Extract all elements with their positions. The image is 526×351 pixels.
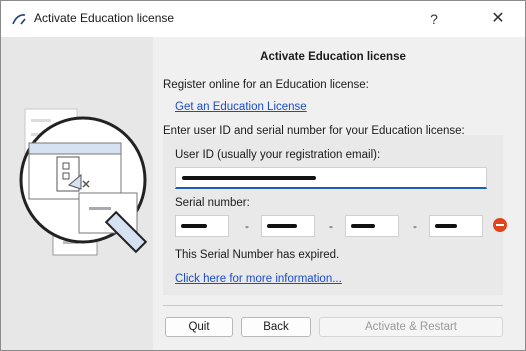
title-bar: Activate Education license ? ✕ [1, 1, 525, 37]
user-id-label: User ID (usually your registration email… [175, 149, 381, 161]
arc-logo-icon [12, 14, 26, 25]
window-title: Activate Education license [34, 11, 175, 25]
user-id-input[interactable] [175, 167, 487, 189]
close-button[interactable]: ✕ [483, 7, 513, 31]
redacted-serial-2 [267, 224, 297, 228]
minus-circle-icon [493, 218, 507, 232]
dialog-heading: Activate Education license [260, 51, 406, 63]
serial-field-3[interactable] [345, 215, 399, 237]
help-button[interactable]: ? [419, 7, 449, 31]
illustration-panel [1, 37, 153, 350]
redacted-serial-3 [351, 224, 375, 228]
back-button[interactable]: Back [241, 317, 311, 337]
redacted-serial-4 [435, 224, 457, 228]
divider [163, 305, 503, 306]
serial-separator: - [245, 219, 249, 233]
serial-field-2[interactable] [261, 215, 315, 237]
serial-separator: - [413, 219, 417, 233]
expired-message: This Serial Number has expired. [175, 249, 340, 261]
redacted-serial-1 [181, 224, 207, 228]
serial-number-label: Serial number: [175, 197, 250, 209]
register-text: Register online for an Education license… [163, 79, 369, 91]
serial-field-1[interactable] [175, 215, 229, 237]
serial-separator: - [329, 219, 333, 233]
magnifier-document-icon [19, 108, 148, 256]
quit-button[interactable]: Quit [165, 317, 233, 337]
get-license-link[interactable]: Get an Education License [175, 101, 307, 113]
content-panel: Activate Education license Register onli… [153, 37, 525, 350]
more-info-link[interactable]: Click here for more information... [175, 273, 342, 285]
serial-field-4[interactable] [429, 215, 483, 237]
redacted-email [182, 176, 316, 180]
license-dialog: Activate Education license ? ✕ Activate … [0, 0, 526, 351]
activate-restart-button[interactable]: Activate & Restart [319, 317, 503, 337]
